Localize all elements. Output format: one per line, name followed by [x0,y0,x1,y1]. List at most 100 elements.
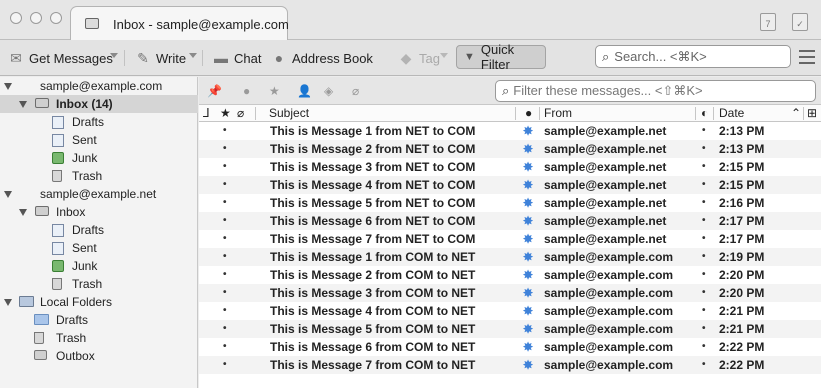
chat-button[interactable]: ▬ Chat [213,48,261,68]
get-messages-dropdown-icon[interactable] [110,53,118,58]
junk-status-dot-icon[interactable]: • [702,161,706,172]
unread-dot-icon[interactable]: • [223,161,227,172]
sparkle-unread-icon[interactable]: ✸ [523,250,533,264]
star-column-icon[interactable]: ★ [220,106,231,120]
expand-twisty-icon[interactable] [4,191,12,198]
sparkle-unread-icon[interactable]: ✸ [523,196,533,210]
folder-item[interactable]: sample@example.com [0,77,198,95]
unread-dot-icon[interactable]: • [223,269,227,280]
sparkle-unread-icon[interactable]: ✸ [523,124,533,138]
junk-status-dot-icon[interactable]: • [702,143,706,154]
folder-item[interactable]: Junk [0,257,198,275]
pin-icon[interactable]: 📌 [207,84,222,98]
unread-filter-icon[interactable]: ● [243,84,250,98]
junk-status-column-icon[interactable]: ◐ [701,106,708,120]
sparkle-unread-icon[interactable]: ✸ [523,340,533,354]
sparkle-unread-icon[interactable]: ✸ [523,232,533,246]
junk-status-dot-icon[interactable]: • [702,323,706,334]
subject-column-header[interactable]: Subject [269,106,309,120]
folder-item[interactable]: Drafts [0,221,198,239]
contact-filter-icon[interactable]: 👤 [297,84,312,98]
message-row[interactable]: • This is Message 1 from NET to COM ✸ sampl… [199,122,821,140]
write-button[interactable]: ✎ Write [135,48,186,68]
junk-status-dot-icon[interactable]: • [702,233,706,244]
unread-dot-icon[interactable]: • [223,359,227,370]
close-window-button[interactable] [10,12,22,24]
folder-item[interactable]: Sent [0,239,198,257]
folder-item[interactable]: Trash [0,329,198,347]
calendar-icon[interactable]: 7 [760,13,776,31]
from-column-header[interactable]: From [544,106,572,120]
message-row[interactable]: • This is Message 6 from COM to NET ✸ sampl… [199,338,821,356]
expand-twisty-icon[interactable] [4,83,12,90]
junk-status-dot-icon[interactable]: • [702,197,706,208]
folder-item[interactable]: sample@example.net [0,185,198,203]
tasks-icon[interactable]: ✓ [792,13,808,31]
global-search-input[interactable]: ⌕ Search... <⌘K> [595,45,791,68]
message-row[interactable]: • This is Message 4 from NET to COM ✸ sampl… [199,176,821,194]
starred-filter-icon[interactable]: ★ [269,84,280,98]
message-row[interactable]: • This is Message 1 from COM to NET ✸ sampl… [199,248,821,266]
junk-status-dot-icon[interactable]: • [702,179,706,190]
junk-status-dot-icon[interactable]: • [702,341,706,352]
folder-item[interactable]: Local Folders [0,293,198,311]
unread-dot-icon[interactable]: • [223,233,227,244]
message-row[interactable]: • This is Message 3 from COM to NET ✸ sampl… [199,284,821,302]
folder-item[interactable]: Outbox [0,347,198,365]
folder-item[interactable]: Sent [0,131,198,149]
message-row[interactable]: • This is Message 6 from NET to COM ✸ sampl… [199,212,821,230]
attachment-filter-icon[interactable]: ⌀ [352,84,359,98]
sparkle-unread-icon[interactable]: ✸ [523,268,533,282]
message-row[interactable]: • This is Message 7 from NET to COM ✸ sampl… [199,230,821,248]
unread-dot-icon[interactable]: • [223,305,227,316]
junk-status-dot-icon[interactable]: • [702,305,706,316]
folder-item[interactable]: Drafts [0,311,198,329]
junk-status-dot-icon[interactable]: • [702,125,706,136]
tags-filter-icon[interactable]: ◈ [324,84,333,98]
junk-status-dot-icon[interactable]: • [702,251,706,262]
unread-dot-icon[interactable]: • [223,179,227,190]
expand-twisty-icon[interactable] [19,209,27,216]
sparkle-unread-icon[interactable]: ✸ [523,358,533,372]
app-menu-icon[interactable] [799,50,815,64]
get-messages-button[interactable]: ✉ Get Messages [8,48,113,68]
sparkle-unread-icon[interactable]: ✸ [523,286,533,300]
message-row[interactable]: • This is Message 4 from COM to NET ✸ sampl… [199,302,821,320]
sparkle-unread-icon[interactable]: ✸ [523,160,533,174]
unread-dot-icon[interactable]: • [223,215,227,226]
folder-item[interactable]: Inbox (14) [0,95,198,113]
read-status-column-icon[interactable]: ● [525,106,532,120]
unread-dot-icon[interactable]: • [223,143,227,154]
filter-messages-input[interactable]: ⌕ Filter these messages... <⇧⌘K> [495,80,816,102]
date-column-header[interactable]: Date [719,106,744,120]
unread-dot-icon[interactable]: • [223,125,227,136]
expand-twisty-icon[interactable] [19,101,27,108]
unread-dot-icon[interactable]: • [223,287,227,298]
unread-dot-icon[interactable]: • [223,251,227,262]
address-book-button[interactable]: ● Address Book [271,48,373,68]
junk-status-dot-icon[interactable]: • [702,269,706,280]
sparkle-unread-icon[interactable]: ✸ [523,214,533,228]
unread-dot-icon[interactable]: • [223,197,227,208]
sort-direction-icon[interactable]: ⌃ [791,106,801,120]
column-picker-icon[interactable]: ⊞ [807,106,817,120]
folder-item[interactable]: Drafts [0,113,198,131]
junk-status-dot-icon[interactable]: • [702,359,706,370]
sparkle-unread-icon[interactable]: ✸ [523,178,533,192]
folder-item[interactable]: Inbox [0,203,198,221]
sparkle-unread-icon[interactable]: ✸ [523,322,533,336]
sparkle-unread-icon[interactable]: ✸ [523,304,533,318]
message-row[interactable]: • This is Message 2 from COM to NET ✸ sampl… [199,266,821,284]
message-row[interactable]: • This is Message 7 from COM to NET ✸ sampl… [199,356,821,374]
junk-status-dot-icon[interactable]: • [702,287,706,298]
folder-item[interactable]: Junk [0,149,198,167]
thread-column-icon[interactable]: ⅃ [203,106,210,120]
attachment-column-icon[interactable]: ⌀ [237,106,244,120]
tab-inbox[interactable]: Inbox - sample@example.com [70,6,289,41]
expand-twisty-icon[interactable] [4,299,12,306]
folder-item[interactable]: Trash [0,275,198,293]
folder-item[interactable]: Trash [0,167,198,185]
message-row[interactable]: • This is Message 5 from COM to NET ✸ sampl… [199,320,821,338]
message-row[interactable]: • This is Message 3 from NET to COM ✸ sampl… [199,158,821,176]
tag-dropdown-icon[interactable] [440,53,448,58]
